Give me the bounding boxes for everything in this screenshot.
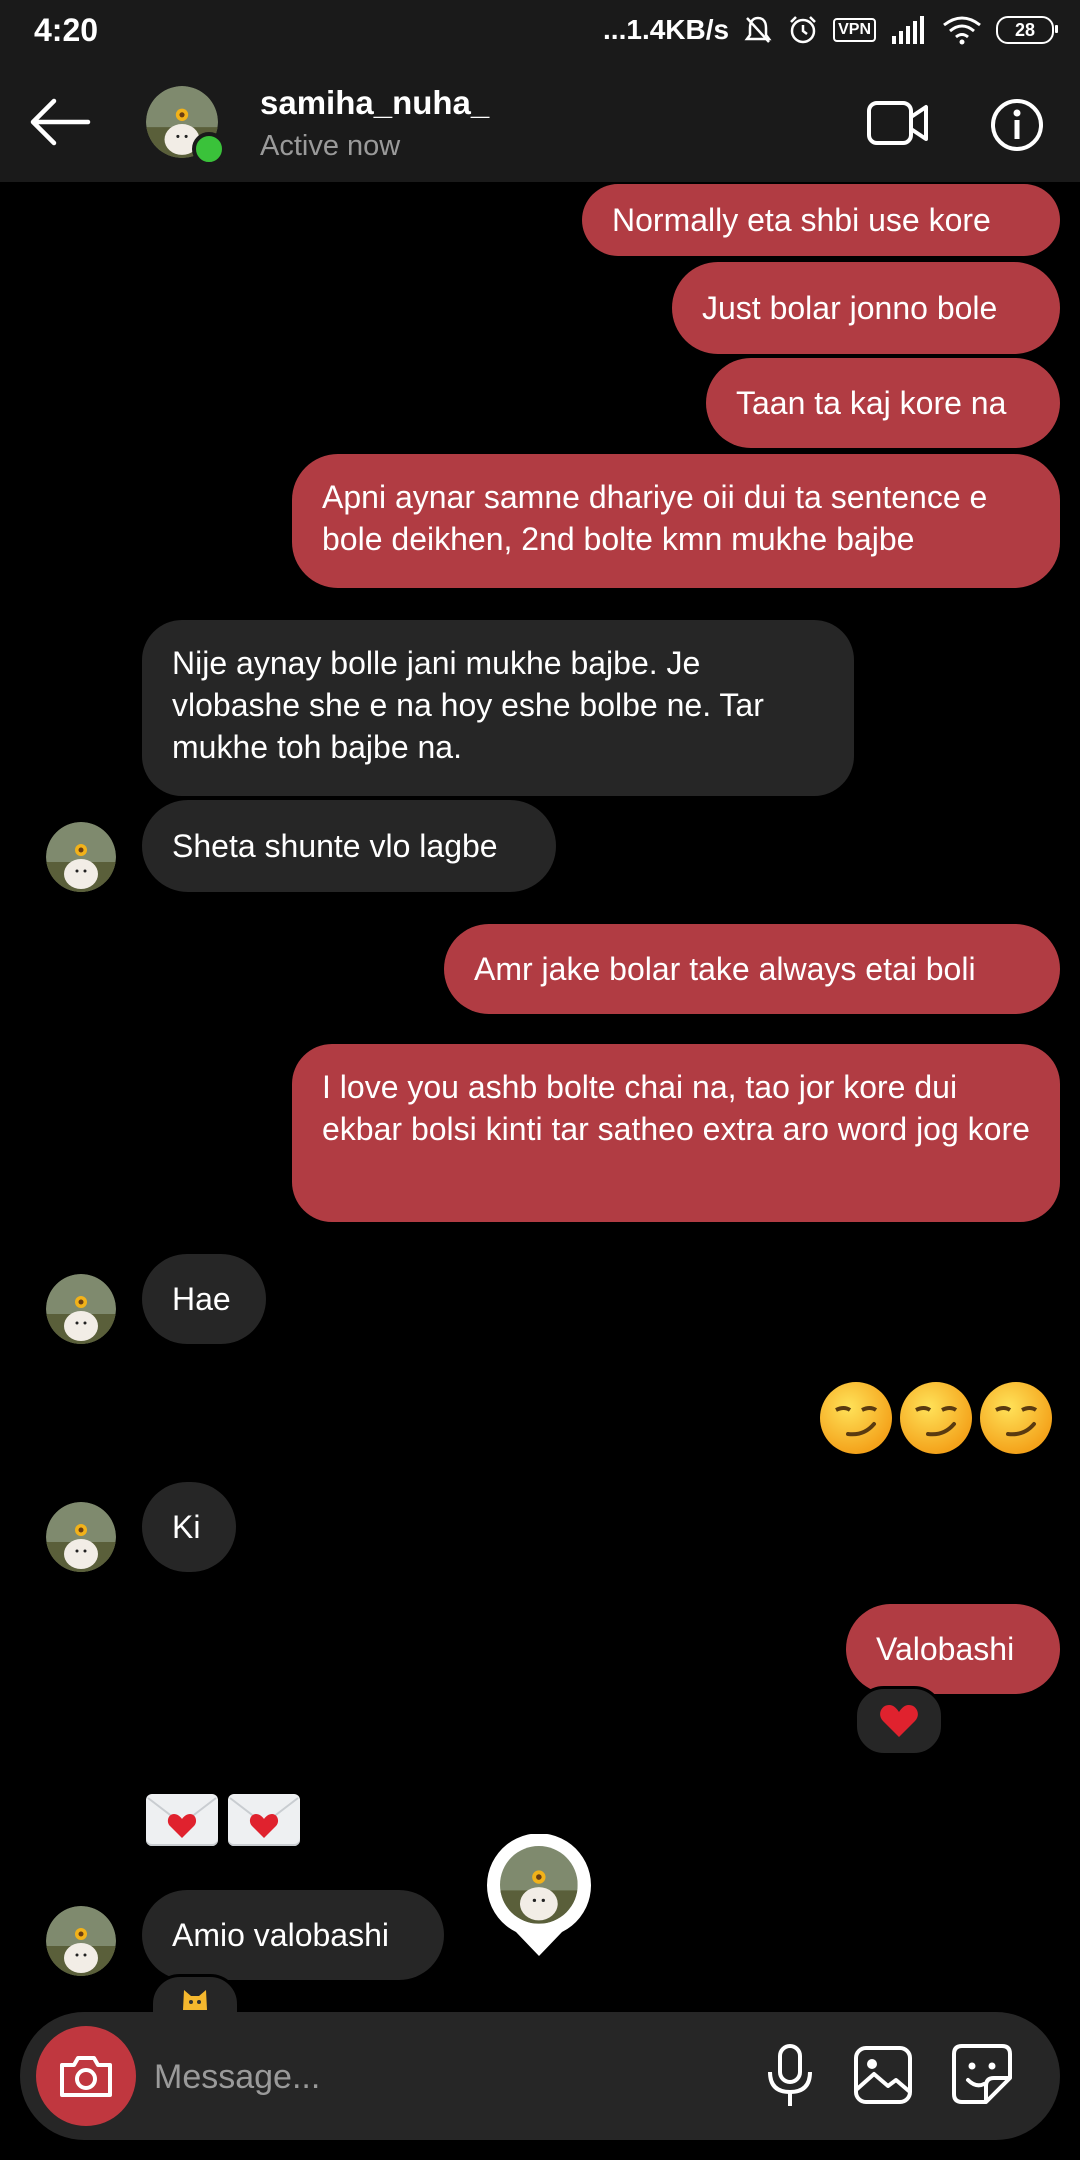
network-speed: ...1.4KB/s [603, 14, 730, 45]
received-message[interactable]: Hae [142, 1254, 266, 1344]
camera-button[interactable] [36, 2026, 136, 2126]
sent-message[interactable]: Taan ta kaj kore na [706, 358, 1060, 448]
sent-message[interactable]: Valobashi [846, 1604, 1060, 1694]
received-message[interactable]: Amio valobashi [142, 1890, 444, 1980]
chat-header: samiha_nuha_ Active now [0, 62, 1080, 182]
status-icons: ...1.4KB/s VPN 28 [603, 12, 1058, 48]
gallery-icon[interactable] [852, 2044, 914, 2106]
avatar[interactable] [46, 1502, 116, 1572]
avatar[interactable] [46, 822, 116, 892]
message-composer [20, 2012, 1060, 2140]
vpn-badge: VPN [833, 18, 876, 42]
battery-icon: 28 [996, 16, 1058, 44]
microphone-icon[interactable] [760, 2042, 820, 2110]
mute-bell-icon [743, 14, 773, 46]
sent-message[interactable]: I love you ashb bolte chai na, tao jor k… [292, 1044, 1060, 1222]
video-call-icon[interactable] [866, 98, 930, 148]
sticker-icon[interactable] [950, 2042, 1014, 2106]
sent-message[interactable]: Apni aynar samne dhariye oii dui ta sent… [292, 454, 1060, 588]
wifi-icon [942, 15, 982, 45]
sent-message[interactable]: Normally eta shbi use kore [582, 184, 1060, 256]
reaction-badge[interactable] [854, 1686, 944, 1756]
smirking-face-icon[interactable] [898, 1380, 974, 1456]
received-message[interactable]: Ki [142, 1482, 236, 1572]
battery-level: 28 [1014, 19, 1036, 40]
smirking-face-icon[interactable] [978, 1380, 1054, 1456]
sent-message[interactable]: Amr jake bolar take always etai boli [444, 924, 1060, 1014]
cat-face-icon [183, 1990, 207, 2010]
info-icon[interactable] [990, 98, 1044, 152]
chat-username[interactable]: samiha_nuha_ [260, 84, 489, 122]
smirking-face-icon[interactable] [818, 1380, 894, 1456]
received-message[interactable]: Nije aynay bolle jani mukhe bajbe. Je vl… [142, 620, 854, 796]
alarm-icon [787, 14, 819, 46]
status-time: 4:20 [34, 12, 99, 48]
sent-message[interactable]: Just bolar jonno bole [672, 262, 1060, 354]
received-message[interactable]: Sheta shunte vlo lagbe [142, 800, 556, 892]
love-letter-icon[interactable] [146, 1794, 218, 1846]
status-bar: 4:20 ...1.4KB/s VPN 28 [0, 0, 1080, 62]
camera-icon [60, 2056, 112, 2097]
avatar[interactable] [46, 1906, 116, 1976]
love-letter-icon[interactable] [228, 1794, 300, 1846]
signal-icon [890, 16, 928, 44]
avatar[interactable] [46, 1274, 116, 1344]
back-arrow-icon[interactable] [28, 96, 92, 148]
message-input[interactable] [152, 2036, 736, 2118]
online-indicator [192, 132, 226, 166]
red-heart-icon [880, 1705, 918, 1737]
seen-indicator-avatar [486, 1833, 592, 1958]
active-status: Active now [260, 130, 401, 162]
